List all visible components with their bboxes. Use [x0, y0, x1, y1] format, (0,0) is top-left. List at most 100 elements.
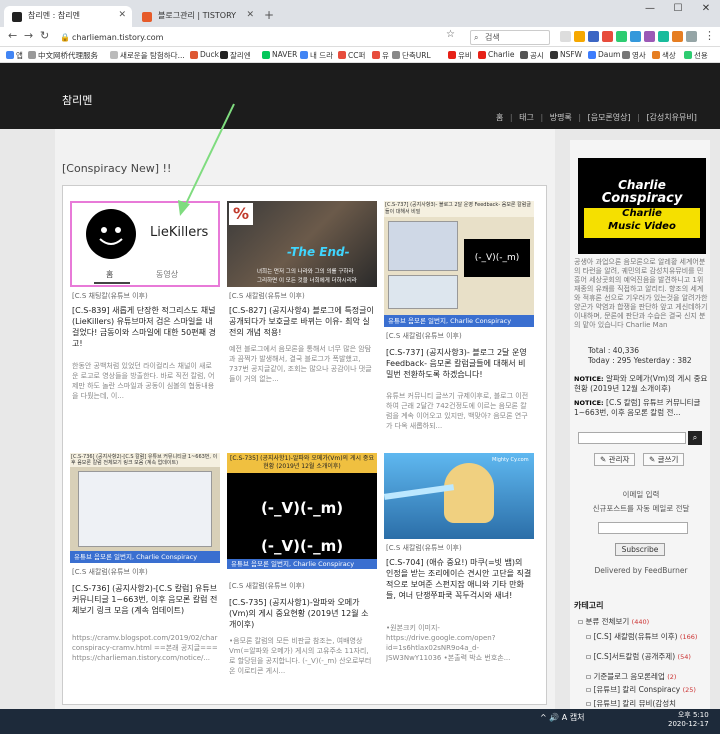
- notice-item[interactable]: NOTICE: [C.S 칼럼] 유튜브 커뮤니티글 1~663번, 이후 음모…: [574, 398, 708, 418]
- extension-icon[interactable]: [616, 31, 627, 42]
- browser-tab-active[interactable]: 참리멘 : 참리멘 ✕: [4, 6, 132, 27]
- blog-nav: 홈 | 태그 | 방명록 | [음모론영상] | [감성치유뮤비]: [496, 113, 697, 122]
- reload-icon[interactable]: ↻: [40, 29, 49, 42]
- url-field[interactable]: 🔒 charlieman.tistory.com: [60, 30, 370, 45]
- post-category[interactable]: [C.S 새칼럼(유튜브 이후): [72, 567, 148, 577]
- extension-icon[interactable]: [560, 31, 571, 42]
- youtube-icon: [448, 51, 456, 59]
- nav-guestbook[interactable]: 방명록: [550, 113, 572, 122]
- bookmark-star-icon[interactable]: ☆: [446, 29, 455, 40]
- bookmark-item[interactable]: 유: [372, 50, 389, 61]
- post-thumbnail[interactable]: Mighty Cy.com: [384, 453, 534, 539]
- post-thumbnail[interactable]: % -The End- 녀희는 먼저 그의 나라와 그의 의를 구하라 그리하면…: [227, 201, 377, 287]
- notice-item[interactable]: NOTICE: 알파와 오메가(Vm)의 게시 중요현황 (2019년 12월 …: [574, 374, 708, 394]
- nav-tag[interactable]: 태그: [519, 113, 534, 122]
- category-item[interactable]: ▫ [C.S] 새칼럼(유튜브 이후) (166): [586, 631, 697, 642]
- close-tab-icon[interactable]: ✕: [246, 10, 254, 20]
- admin-button[interactable]: ✎ 관리자: [594, 453, 636, 466]
- extension-icon[interactable]: [686, 31, 697, 42]
- category-item[interactable]: ▫ 기준블로그 음모론레업 (2): [586, 671, 676, 682]
- search-placeholder: 검색: [485, 33, 500, 42]
- bookmark-item[interactable]: 앱: [6, 50, 23, 61]
- bookmark-item[interactable]: 유비: [448, 50, 472, 61]
- bookmark-item[interactable]: CC퍼: [338, 50, 365, 61]
- close-window-button[interactable]: ✕: [692, 0, 720, 20]
- post-title[interactable]: [C.S-839] 새롭게 단장한 적그리스도 채널(LieKillers) 유…: [72, 305, 218, 349]
- system-tray[interactable]: ^ 🔊 A 캡처: [540, 712, 585, 723]
- post-card[interactable]: [C.S-737] (공지사항3)- 블로그 2달 운영 Feedback- 음…: [384, 201, 534, 431]
- post-category[interactable]: [C.S 새칼럼(유튜브 이후): [386, 331, 462, 341]
- lock-icon: 🔒: [60, 33, 70, 42]
- post-thumbnail[interactable]: [C.S-737] (공지사항3)- 블로그 2달 운영 Feedback- 음…: [384, 201, 534, 327]
- category-item[interactable]: ▫ [유튜브] 칼리 뮤비(감성치: [586, 698, 676, 709]
- new-tab-button[interactable]: +: [264, 8, 274, 22]
- close-tab-icon[interactable]: ✕: [118, 10, 126, 20]
- minimize-button[interactable]: —: [636, 0, 664, 20]
- post-title[interactable]: [C.S-827] (공지사항4) 블로그에 특정글이 공개되다가 보호글로 바…: [229, 305, 375, 338]
- bookmark-item[interactable]: 中文网桥代理服务: [28, 50, 98, 61]
- back-arrow-icon[interactable]: ←: [8, 29, 17, 42]
- bookmark-item[interactable]: Charlie: [478, 50, 514, 59]
- bookmark-item[interactable]: Daum: [588, 50, 620, 59]
- extension-icon[interactable]: [588, 31, 599, 42]
- category-item[interactable]: ▫ [유튜브] 칼리 Conspiracy (25): [586, 684, 696, 695]
- bookmark-item[interactable]: NAVER: [262, 50, 297, 59]
- blog-title[interactable]: 참리멘: [62, 92, 92, 108]
- browser-tab[interactable]: 블로그관리 | TISTORY ✕: [134, 6, 260, 27]
- maximize-button[interactable]: ☐: [664, 0, 692, 20]
- charlie-conspiracy-logo[interactable]: Charlie Conspiracy Charlie Music Video: [578, 158, 706, 254]
- bookmark-item[interactable]: 단축URL: [392, 50, 431, 61]
- post-thumbnail[interactable]: [C.S-736] (공지사항2)-[C.S 칼럼] 유튜브 커뮤니티글 1~6…: [70, 453, 220, 563]
- bookmark-item[interactable]: Duck: [190, 50, 219, 59]
- post-summary: •음모론 칼럼의 모든 비판글 참조는, 여배영상 Vm(=알파와 오메가) 게…: [229, 637, 372, 675]
- bookmark-item[interactable]: 선용: [684, 50, 708, 61]
- write-button[interactable]: ✎ 글쓰기: [643, 453, 685, 466]
- bookmark-item[interactable]: 공시: [520, 50, 544, 61]
- search-icon[interactable]: ⌕: [688, 431, 702, 445]
- browser-search-input[interactable]: ⌕ 검색: [470, 30, 550, 45]
- email-field[interactable]: [598, 522, 688, 534]
- apps-icon: [6, 51, 14, 59]
- nav-conspiracy-video[interactable]: [음모론영상]: [588, 113, 631, 122]
- post-title[interactable]: [C.S-704] (애슈 중요!) 마쿠(=빗 뱀)의 인정을 받는 조리에이…: [386, 557, 532, 601]
- post-title[interactable]: [C.S-736] (공지사항2)-[C.S 칼럼] 유튜브 커뮤니티글 1~6…: [72, 583, 218, 616]
- extension-icon[interactable]: [602, 31, 613, 42]
- category-item[interactable]: ▫ 분류 전체보기 (440): [578, 616, 649, 627]
- post-card[interactable]: [C.S-736] (공지사항2)-[C.S 칼럼] 유튜브 커뮤니티글 1~6…: [70, 453, 220, 673]
- taskbar-clock[interactable]: 오후 5:10 2020-12-17: [668, 711, 709, 729]
- post-title[interactable]: [C.S-735] (공지사항1)-알파와 오메가(Vm)의 게시 중요현황 (…: [229, 597, 375, 630]
- extension-icon[interactable]: [672, 31, 683, 42]
- extension-icon[interactable]: [644, 31, 655, 42]
- menu-dots-icon[interactable]: ⋮: [704, 29, 715, 42]
- bookmark-item[interactable]: 새로운을 탐험하다...: [110, 50, 185, 61]
- nav-healing-mv[interactable]: [감성치유뮤비]: [646, 113, 696, 122]
- bookmark-favicon-icon: [338, 51, 346, 59]
- screenshot-preview: [388, 221, 458, 271]
- post-card[interactable]: Mighty Cy.com [C.S 새칼럼(유튜브 이후) [C.S-704]…: [384, 453, 534, 683]
- extension-icon[interactable]: [658, 31, 669, 42]
- post-card[interactable]: [C.S-735] (공지사항1)-알파와 오메가(Vm)의 게시 중요현황 (…: [227, 453, 377, 683]
- bookmark-item[interactable]: 내 드라: [300, 50, 333, 61]
- bookmark-item[interactable]: 잘리엔: [220, 50, 251, 61]
- nav-home[interactable]: 홈: [496, 113, 503, 122]
- bookmark-item[interactable]: NSFW: [550, 50, 582, 59]
- bookmark-item[interactable]: 색상: [652, 50, 676, 61]
- post-thumbnail[interactable]: [C.S-735] (공지사항1)-알파와 오메가(Vm)의 게시 중요현황 (…: [227, 453, 377, 569]
- subscribe-button[interactable]: Subscribe: [615, 543, 665, 556]
- post-category[interactable]: [C.S 채팅칼(유튜브 이후): [72, 291, 148, 301]
- category-item[interactable]: ▫ [C.S]서트칼럼 (공개주제) (54): [586, 651, 691, 662]
- bookmark-favicon-icon: [652, 51, 660, 59]
- post-title[interactable]: [C.S-737] (공지사항3)- 블로그 2달 운영 Feedback- 음…: [386, 347, 532, 380]
- bookmark-favicon-icon: [28, 51, 36, 59]
- post-card[interactable]: % -The End- 녀희는 먼저 그의 나라와 그의 의를 구하라 그리하면…: [227, 201, 377, 401]
- extension-icon[interactable]: [574, 31, 585, 42]
- post-category[interactable]: [C.S 새칼럼(유튜브 이후): [229, 291, 305, 301]
- sidebar-search-input[interactable]: [578, 432, 686, 444]
- forward-arrow-icon[interactable]: →: [24, 29, 33, 42]
- post-card[interactable]: LieKillers 홈 동영상 [C.S 채팅칼(유튜브 이후) [C.S-8…: [70, 201, 220, 411]
- thumb-footer-bar: 유튜브 음모론 일번지, Charlie Conspiracy: [70, 551, 220, 563]
- post-category[interactable]: [C.S 새칼럼(유튜브 이후): [386, 543, 462, 553]
- extension-icon[interactable]: [630, 31, 641, 42]
- post-category[interactable]: [C.S 새칼럼(유튜브 이후): [229, 581, 305, 591]
- bookmark-item[interactable]: 영사: [622, 50, 646, 61]
